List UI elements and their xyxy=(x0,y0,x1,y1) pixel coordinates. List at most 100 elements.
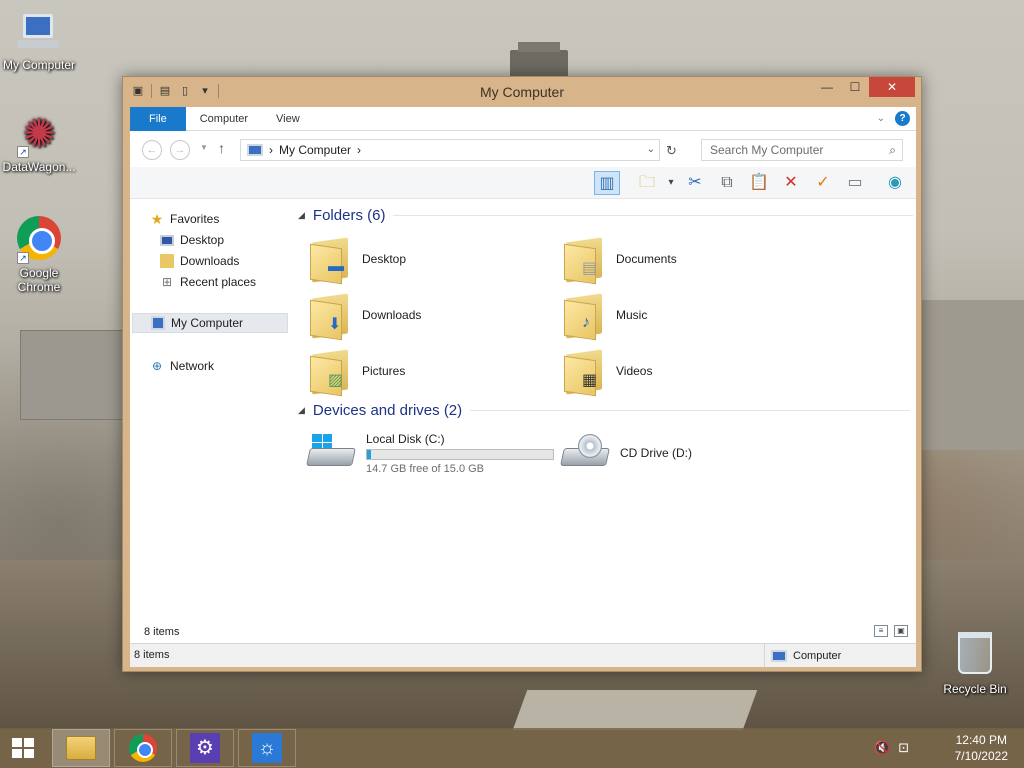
wallpaper-building xyxy=(922,300,1024,450)
window-controls: — ☐ ✕ xyxy=(813,77,915,97)
network-icon: ⊕ xyxy=(151,359,163,373)
drive-tile-local-disk[interactable]: Local Disk (C:) 14.7 GB free of 15.0 GB xyxy=(306,427,558,479)
title-bar[interactable]: ▣ ▤ ▯ ▾ My Computer — ☐ ✕ xyxy=(123,77,921,107)
collapse-icon[interactable]: ◢ xyxy=(298,405,305,416)
folder-options-icon[interactable]: 🗀 xyxy=(634,171,660,195)
desktop-icon-datawagon[interactable]: ✺ ↗ DataWagon... xyxy=(0,110,78,174)
datawagon-icon: ✺ ↗ xyxy=(15,110,63,158)
volume-muted-icon[interactable]: 🔇 xyxy=(874,740,890,756)
desktop-icon-recycle-bin[interactable]: Recycle Bin xyxy=(936,632,1014,696)
folder-options-dropdown-icon[interactable]: ▾ xyxy=(658,171,684,195)
folder-tile-pictures[interactable]: ▨ Pictures xyxy=(308,345,548,397)
help-icon[interactable]: ? xyxy=(895,111,910,126)
details-view-icon[interactable]: ≡ xyxy=(874,625,888,637)
address-field[interactable]: › My Computer › ⌄ xyxy=(240,139,660,161)
folder-tile-desktop[interactable]: ▬ Desktop xyxy=(308,233,548,285)
hard-drive-icon xyxy=(306,434,356,472)
recent-places-icon: ⊞ xyxy=(161,275,173,289)
downloads-folder-icon: ⬇ xyxy=(308,292,352,341)
tab-file[interactable]: File xyxy=(130,107,186,131)
forward-button[interactable]: → xyxy=(170,140,190,160)
computer-icon xyxy=(247,144,263,156)
select-icon[interactable]: ✓ xyxy=(810,171,836,195)
collapse-icon[interactable]: ◢ xyxy=(298,210,305,221)
computer-icon xyxy=(15,8,63,56)
minimize-button[interactable]: — xyxy=(813,77,841,97)
expand-ribbon-icon[interactable]: ⌄ xyxy=(877,113,885,124)
folder-tile-downloads[interactable]: ⬇ Downloads xyxy=(308,289,548,341)
shortcut-arrow-icon: ↗ xyxy=(17,252,29,264)
computer-icon xyxy=(151,316,165,330)
nav-item-label: Network xyxy=(170,359,215,373)
items-pane: ◢ Folders (6) ▬ Desktop ▤ Documents ⬇ Do… xyxy=(290,199,916,621)
pictures-folder-icon: ▨ xyxy=(308,348,352,397)
gear-icon: ⚙ xyxy=(190,733,220,763)
nav-item-recent-places[interactable]: ⊞ Recent places xyxy=(160,272,256,292)
window-title: My Computer xyxy=(479,84,565,100)
cut-icon[interactable]: ✂ xyxy=(682,171,708,195)
taskbar-settings[interactable]: ⚙ xyxy=(176,729,234,767)
nav-item-desktop[interactable]: Desktop xyxy=(160,230,224,250)
taskbar-google-chrome[interactable] xyxy=(114,729,172,767)
search-placeholder: Search My Computer xyxy=(710,143,824,157)
taskbar-file-explorer[interactable] xyxy=(52,729,110,767)
folder-tile-videos[interactable]: ▦ Videos xyxy=(562,345,802,397)
desktop-icon-label: Recycle Bin xyxy=(943,682,1007,696)
nav-item-label: Downloads xyxy=(180,254,240,268)
copy-icon[interactable]: ⧉ xyxy=(714,171,740,195)
file-explorer-icon xyxy=(66,736,96,760)
delete-icon[interactable]: ✕ xyxy=(778,171,804,195)
desktop-folder-icon: ▬ xyxy=(308,236,352,285)
clock-time: 12:40 PM xyxy=(955,733,1007,747)
breadcrumb-my-computer[interactable]: My Computer xyxy=(279,140,351,160)
group-header-folders[interactable]: ◢ Folders (6) xyxy=(298,207,914,224)
tab-view[interactable]: View xyxy=(262,107,314,131)
search-icon[interactable]: ⌕ xyxy=(889,140,896,160)
clock[interactable]: 12:40 PM 7/10/2022 xyxy=(955,732,1008,764)
back-button[interactable]: ← xyxy=(142,140,162,160)
nav-item-my-computer[interactable]: My Computer xyxy=(132,313,288,333)
start-button[interactable] xyxy=(8,734,38,762)
nav-item-downloads[interactable]: Downloads xyxy=(160,251,239,271)
command-toolbar: ▥ 🗀 ▾ ✂ ⧉ 📋 ✕ ✓ ▭ ◉ xyxy=(130,167,916,199)
desktop-icon-label: Google Chrome xyxy=(17,266,61,294)
folder-tile-music[interactable]: ♪ Music xyxy=(562,289,802,341)
tab-computer[interactable]: Computer xyxy=(186,107,262,131)
desktop-icon-my-computer[interactable]: My Computer xyxy=(0,8,78,72)
desktop-icon-label: DataWagon... xyxy=(2,160,76,174)
search-input[interactable]: Search My Computer ⌕ xyxy=(701,139,903,161)
large-icons-view-icon[interactable]: ▣ xyxy=(894,625,908,637)
group-header-drives[interactable]: ◢ Devices and drives (2) xyxy=(298,402,911,419)
web-icon[interactable]: ◉ xyxy=(882,171,908,195)
desktop-icon xyxy=(160,234,174,246)
taskbar-weather[interactable]: ☼ xyxy=(238,729,296,767)
address-dropdown-icon[interactable]: ⌄ xyxy=(647,140,655,160)
item-count: 8 items xyxy=(134,649,170,661)
downloads-folder-icon xyxy=(160,254,174,268)
maximize-button[interactable]: ☐ xyxy=(841,77,869,97)
breadcrumb-separator[interactable]: › xyxy=(357,140,361,160)
address-bar-row: ← → ▼ ↑ › My Computer › ⌄ ↻ Search My Co… xyxy=(130,131,916,167)
system-tray: 🔇 ⊡ xyxy=(874,740,909,756)
close-button[interactable]: ✕ xyxy=(869,77,915,97)
nav-item-favorites[interactable]: ★ Favorites xyxy=(150,209,220,229)
star-icon: ★ xyxy=(150,211,164,227)
recent-locations-icon[interactable]: ▼ xyxy=(200,143,208,152)
preview-pane-icon[interactable]: ▥ xyxy=(594,171,620,195)
folder-tile-documents[interactable]: ▤ Documents xyxy=(562,233,802,285)
up-button[interactable]: ↑ xyxy=(218,140,225,156)
paste-icon[interactable]: 📋 xyxy=(746,171,772,195)
nav-item-network[interactable]: ⊕ Network xyxy=(150,356,214,376)
nav-item-label: Desktop xyxy=(180,233,225,247)
drive-tile-cd-drive[interactable]: CD Drive (D:) xyxy=(560,427,802,479)
computer-icon xyxy=(771,649,787,662)
refresh-button[interactable]: ↻ xyxy=(666,143,677,159)
chrome-icon: ↗ xyxy=(15,216,63,264)
nav-item-label: My Computer xyxy=(171,316,244,330)
clock-date: 7/10/2022 xyxy=(954,749,1008,763)
status-bar-inner: 8 items ≡ ▣ xyxy=(130,621,916,643)
rename-icon[interactable]: ▭ xyxy=(842,171,868,195)
wallpaper-roof xyxy=(512,690,758,730)
network-icon[interactable]: ⊡ xyxy=(898,740,909,756)
desktop-icon-google-chrome[interactable]: ↗ Google Chrome xyxy=(0,214,78,294)
